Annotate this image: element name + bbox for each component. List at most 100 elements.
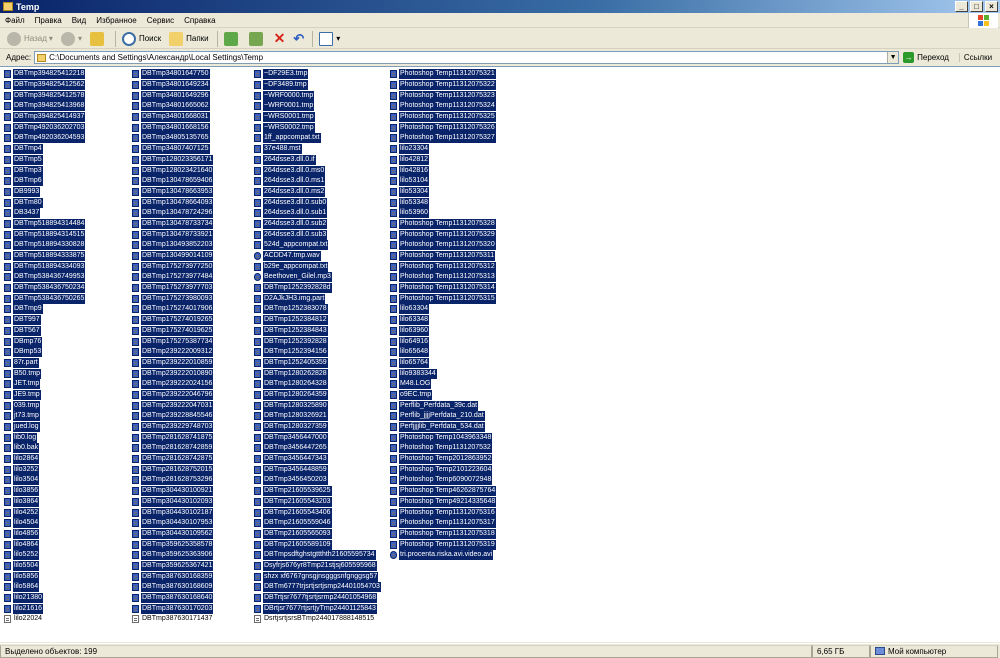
file-item[interactable]: M48.LOG [390, 379, 496, 390]
file-item[interactable]: DBTmp175275387734 [132, 336, 214, 347]
file-item[interactable]: Photoshop Temp11312075311 [390, 251, 496, 262]
file-item[interactable]: Photoshop Temp11312075324 [390, 101, 496, 112]
file-item[interactable]: ~DF3489.tmp [254, 80, 381, 91]
file-item[interactable]: Photoshop Temp49214335648 [390, 496, 497, 508]
file-item[interactable]: o9EC.tmp [390, 389, 496, 401]
file-item[interactable]: DBTmp4 [4, 144, 85, 155]
file-item[interactable]: lilo42816 [390, 165, 496, 176]
file-item[interactable]: DBTmp5 [4, 154, 85, 166]
file-item[interactable]: DBTmp34801665062 [132, 101, 213, 112]
file-item[interactable]: DBTmp130478733734 [132, 218, 214, 230]
file-item[interactable]: DBTmp1280327359 [254, 422, 381, 433]
file-item[interactable]: DBTmp394825414937 [4, 112, 86, 123]
file-item[interactable]: 039.tmp [4, 400, 85, 411]
file-item[interactable]: lilo64916 [390, 336, 496, 347]
file-item[interactable]: Photoshop Temp11312075318 [390, 528, 496, 540]
file-item[interactable]: DBTmp359625363906 [132, 550, 214, 561]
file-item[interactable]: DBTmp304430100921 [132, 486, 214, 497]
file-item[interactable]: DBmp53 [4, 347, 85, 358]
file-item[interactable]: Perfjjjjlib_Perfdata_534.dat [390, 422, 496, 433]
views-button[interactable]: ▾ [316, 30, 343, 48]
file-item[interactable]: ~WRF0000.tmp [254, 90, 381, 101]
file-item[interactable]: DBTmp304430102187 [132, 507, 214, 518]
file-item[interactable]: D2AJkJH3.img.part [254, 293, 381, 304]
file-item[interactable]: Photoshop Temp2101223604 [390, 464, 496, 475]
file-item[interactable]: DBTmp239222010890 [132, 368, 214, 379]
file-item[interactable]: DBTmp281628742875 [132, 454, 214, 465]
file-item[interactable]: DBTmp3456447000 [254, 432, 381, 443]
file-item[interactable]: Perflib_jjjjPerfdata_210.dat [390, 411, 496, 422]
file-item[interactable]: 1ff_appcompat.txt [254, 133, 381, 144]
file-item[interactable]: DBTmp1252405359 [254, 357, 381, 369]
forward-button[interactable]: ▾ [58, 30, 85, 48]
file-item[interactable]: DBTmp1252394156 [254, 347, 381, 358]
file-item[interactable]: DBTmp387630171437 [132, 614, 213, 625]
file-item[interactable]: DBTmp1280264359 [254, 389, 381, 401]
file-item[interactable]: DBTmp34801668156 [132, 122, 213, 133]
file-item[interactable]: lilo42812 [390, 154, 496, 166]
file-item[interactable]: lilo65648 [390, 347, 496, 358]
file-item[interactable]: lilo5504 [4, 560, 85, 572]
file-item[interactable]: lilo63960 [390, 325, 496, 337]
file-item[interactable]: Beethoven_Gilel.mp3 [254, 272, 381, 283]
file-item[interactable]: DBTmp130478663953 [132, 186, 214, 198]
file-item[interactable]: DBTmp3456450203 [254, 475, 381, 486]
menu-view[interactable]: Вид [67, 16, 91, 25]
go-button[interactable]: → Переход [903, 52, 949, 63]
file-item[interactable]: DBTmp518894334093 [4, 261, 86, 272]
file-item[interactable]: 264dsse3.dll.0.sub1 [254, 208, 381, 219]
file-item[interactable]: DBTmp394825412562 [4, 80, 86, 91]
file-item[interactable]: DBT997 [4, 315, 85, 326]
file-item[interactable]: DBTmp34807407125 [132, 144, 213, 155]
file-item[interactable]: DBTmp281628753296 [132, 475, 214, 486]
file-item[interactable]: Photoshop Temp46262875764 [390, 486, 497, 497]
file-item[interactable]: DBTmp175274017906 [132, 304, 214, 315]
file-item[interactable]: DBTmp239222024156 [132, 379, 214, 390]
file-item[interactable]: DBTmp21605543406 [254, 507, 381, 518]
file-item[interactable]: Photoshop Temp11312075329 [390, 229, 496, 240]
file-item[interactable]: ~WRS0002.tmp [254, 122, 381, 133]
file-item[interactable]: DBTmp239229748703 [132, 422, 214, 433]
file-item[interactable]: Photoshop Temp11312075325 [390, 112, 496, 123]
file-item[interactable]: DBTmp21605543203 [254, 496, 381, 508]
file-item[interactable]: DBTmp281628741875 [132, 432, 214, 443]
file-item[interactable]: DBTmp518894314484 [4, 218, 86, 230]
file-item[interactable]: Photoshop Temp11312075321 [390, 69, 496, 80]
file-item[interactable]: DBTmp130478664093 [132, 197, 214, 208]
file-item[interactable]: DBTm80 [4, 197, 85, 208]
file-item[interactable]: DBTmp34801649234 [132, 80, 213, 91]
menu-tools[interactable]: Сервис [142, 16, 179, 25]
file-item[interactable]: lilo63348 [390, 315, 496, 326]
file-item[interactable]: ~DF29E3.tmp [254, 69, 381, 80]
file-item[interactable]: 264dsse3.dll.0.ms2 [254, 186, 381, 198]
file-item[interactable]: DBTmp175274019625 [132, 325, 214, 337]
file-item[interactable]: 264dsse3.dll.0.ms0 [254, 165, 381, 176]
file-item[interactable]: DBTmp34805135765 [132, 133, 213, 144]
file-item[interactable]: lilo5252 [4, 550, 85, 561]
close-button[interactable]: × [985, 1, 998, 12]
file-item[interactable]: DBTmp538436749953 [4, 272, 86, 283]
file-item[interactable]: DBTmp304430109562 [132, 528, 214, 540]
file-item[interactable]: Photoshop Temp11312075312 [390, 261, 496, 272]
file-item[interactable]: Photoshop Temp1131207532 [390, 443, 496, 454]
file-item[interactable]: 264dsse3.dll.0.if [254, 154, 381, 166]
file-item[interactable]: DBTmp1280264328 [254, 379, 381, 390]
file-item[interactable]: DBTmp1252383078 [254, 304, 381, 315]
file-item[interactable]: DBTmp518894333875 [4, 251, 86, 262]
file-item[interactable]: Perflib_Perfdata_39c.dat [390, 400, 496, 411]
file-item[interactable]: DBTmp175273977703 [132, 283, 214, 294]
minimize-button[interactable]: _ [955, 1, 968, 12]
file-item[interactable]: DBTmp1280326921 [254, 411, 381, 422]
menu-edit[interactable]: Правка [30, 16, 67, 25]
file-item[interactable]: DBTmp1252392828 [254, 336, 381, 347]
file-item[interactable]: Photoshop Temp11312075313 [390, 272, 496, 283]
file-item[interactable]: 37e488.mst [254, 144, 381, 155]
file-item[interactable]: lilo4252 [4, 507, 85, 518]
file-item[interactable]: DBTmp387630168609 [132, 582, 214, 593]
file-list[interactable]: DBTmp394825412218 DBTmp394825412562 DBTmp3… [0, 66, 1000, 642]
links-button[interactable]: Ссылки [958, 53, 992, 62]
file-item[interactable]: Photoshop Temp1043963348 [390, 432, 496, 443]
address-dropdown-button[interactable]: ▼ [887, 52, 899, 63]
file-item[interactable]: Dsyfrjs676yr8Tmp21stjsj605595968 [254, 560, 381, 572]
file-item[interactable]: 264dsse3.dll.0.sub2 [254, 218, 381, 230]
